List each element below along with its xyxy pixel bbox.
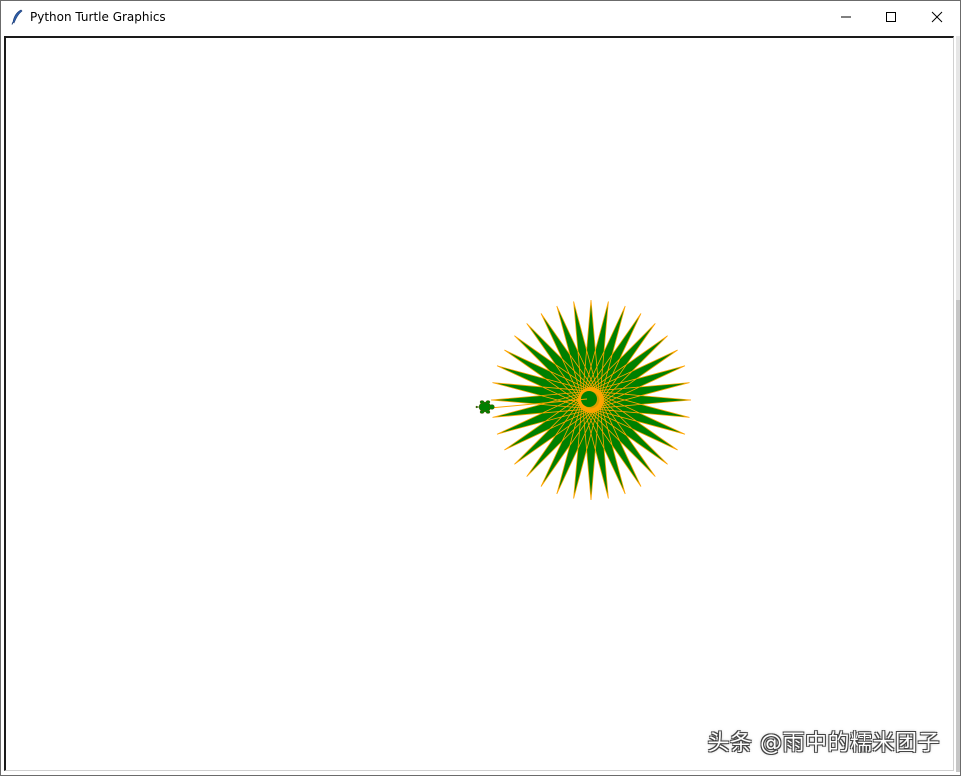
maximize-button[interactable] [868,1,914,33]
turtle-icon [475,400,495,414]
close-button[interactable] [914,1,960,33]
drawing-area [475,299,692,501]
window-right-edge [956,36,960,772]
watermark-text: 头条 @雨中的糯米团子 [707,731,940,756]
edge-highlight [956,300,960,772]
minimize-icon [841,16,851,18]
turtle-canvas[interactable] [4,36,954,771]
title-bar[interactable]: Python Turtle Graphics [1,1,960,33]
turtle-window: Python Turtle Graphics 头条 @雨中的糯米团子 [0,0,961,776]
close-icon [931,11,943,23]
feather-icon [11,9,23,25]
minimize-button[interactable] [823,1,869,33]
window-title: Python Turtle Graphics [30,10,166,24]
maximize-icon [886,12,896,22]
